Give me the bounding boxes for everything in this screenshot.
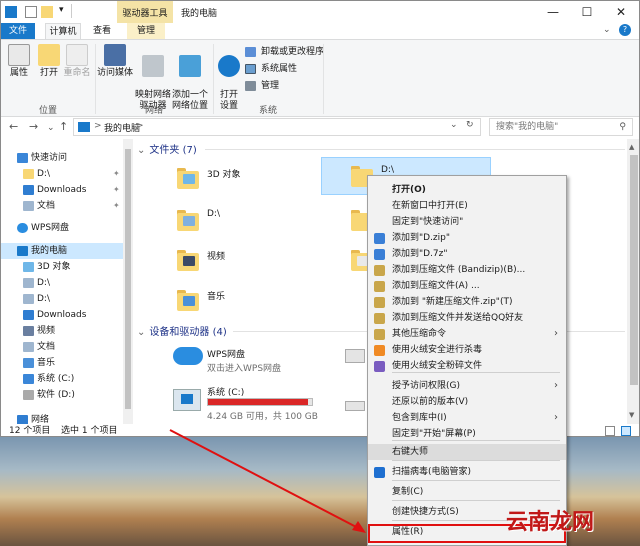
menu-item-label: 添加到 "新建压缩文件.zip"(T) bbox=[392, 297, 513, 307]
shield-icon bbox=[374, 467, 385, 478]
shred-icon bbox=[374, 361, 385, 372]
menu-add-send-qq[interactable]: 添加到压缩文件并发送给QQ好友 bbox=[368, 310, 566, 326]
menu-separator bbox=[392, 480, 560, 481]
menu-item-label: 添加到压缩文件(A) ... bbox=[392, 281, 480, 291]
arrow-line bbox=[169, 429, 363, 531]
menu-item-label: 创建快捷方式(S) bbox=[392, 507, 459, 517]
menu-item-label: 右键大师 bbox=[392, 447, 429, 457]
menu-item-label: 打开(O) bbox=[392, 185, 426, 195]
chevron-right-icon: › bbox=[554, 328, 558, 339]
menu-huorong-scan[interactable]: 使用火绒安全进行杀毒 bbox=[368, 342, 566, 358]
menu-item-label: 添加到"D.7z" bbox=[392, 249, 448, 259]
archive-icon bbox=[374, 329, 385, 340]
menu-open[interactable]: 打开(O) bbox=[368, 182, 566, 198]
menu-grant-access[interactable]: 授予访问权限(G) › bbox=[368, 378, 566, 394]
zip-icon bbox=[374, 233, 385, 244]
menu-item-label: 还原以前的版本(V) bbox=[392, 397, 469, 407]
menu-huorong-shred[interactable]: 使用火绒安全粉碎文件 bbox=[368, 358, 566, 374]
menu-pin-start[interactable]: 固定到"开始"屏幕(P) bbox=[368, 426, 566, 442]
menu-item-label: 使用火绒安全粉碎文件 bbox=[392, 361, 483, 371]
menu-copy[interactable]: 复制(C) bbox=[368, 484, 566, 500]
menu-add-new-zip[interactable]: 添加到 "新建压缩文件.zip"(T) bbox=[368, 294, 566, 310]
context-menu: 打开(O) 在新窗口中打开(E) 固定到"快速访问" 添加到"D.zip" 添加到"D.… bbox=[367, 175, 567, 546]
menu-item-label: 固定到"开始"屏幕(P) bbox=[392, 429, 476, 439]
menu-item-label: 在新窗口中打开(E) bbox=[392, 201, 468, 211]
arrow-head bbox=[352, 521, 366, 533]
menu-item-label: 添加到"D.zip" bbox=[392, 233, 451, 243]
menu-item-label: 使用火绒安全进行杀毒 bbox=[392, 345, 483, 355]
menu-item-label: 复制(C) bbox=[392, 487, 424, 497]
huorong-icon bbox=[374, 345, 385, 356]
menu-item-label: 授予访问权限(G) bbox=[392, 381, 460, 391]
menu-add-zip[interactable]: 添加到"D.zip" bbox=[368, 230, 566, 246]
menu-pin-quick-access[interactable]: 固定到"快速访问" bbox=[368, 214, 566, 230]
menu-include-library[interactable]: 包含到库中(I) › bbox=[368, 410, 566, 426]
bandizip-icon bbox=[374, 265, 385, 276]
menu-separator bbox=[392, 460, 560, 461]
menu-scan-virus[interactable]: 扫描病毒(电脑管家) bbox=[368, 464, 566, 480]
menu-more-compress[interactable]: 其他压缩命令 › bbox=[368, 326, 566, 342]
menu-add-bandizip[interactable]: 添加到压缩文件 (Bandizip)(B)... bbox=[368, 262, 566, 278]
menu-right-click-master[interactable]: 右键大师 bbox=[368, 444, 566, 460]
menu-item-label: 添加到压缩文件 (Bandizip)(B)... bbox=[392, 265, 526, 275]
menu-item-label: 添加到压缩文件并发送给QQ好友 bbox=[392, 313, 524, 323]
menu-add-7z[interactable]: 添加到"D.7z" bbox=[368, 246, 566, 262]
menu-item-label: 其他压缩命令 bbox=[392, 329, 447, 339]
7z-icon bbox=[374, 249, 385, 260]
menu-separator bbox=[392, 500, 560, 501]
archive-icon bbox=[374, 281, 385, 292]
chevron-right-icon: › bbox=[554, 412, 558, 423]
archive-icon bbox=[374, 313, 385, 324]
watermark: 云南龙网 bbox=[506, 510, 595, 535]
menu-add-archive[interactable]: 添加到压缩文件(A) ... bbox=[368, 278, 566, 294]
menu-open-new-window[interactable]: 在新窗口中打开(E) bbox=[368, 198, 566, 214]
menu-restore-versions[interactable]: 还原以前的版本(V) bbox=[368, 394, 566, 410]
menu-item-label: 包含到库中(I) bbox=[392, 413, 447, 423]
menu-item-label: 固定到"快速访问" bbox=[392, 217, 464, 227]
archive-icon bbox=[374, 297, 385, 308]
chevron-right-icon: › bbox=[554, 380, 558, 391]
menu-item-label: 扫描病毒(电脑管家) bbox=[392, 467, 472, 477]
